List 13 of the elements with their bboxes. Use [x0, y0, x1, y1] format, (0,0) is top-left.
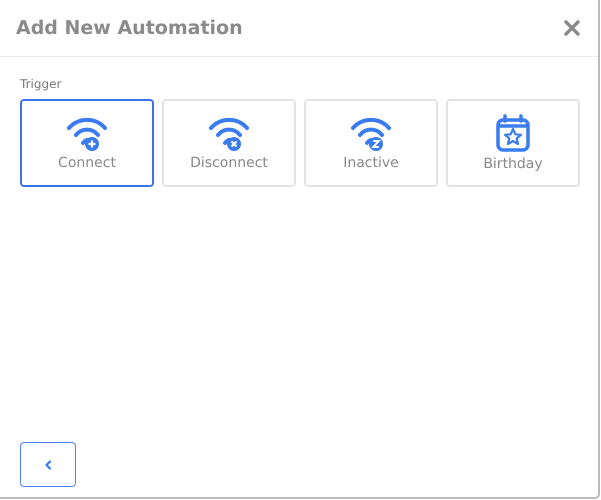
- dialog-title: Add New Automation: [16, 17, 243, 39]
- wifi-plus-icon: [66, 115, 108, 151]
- wifi-x-icon: [208, 115, 250, 151]
- wifi-sleep-icon: [350, 115, 392, 151]
- trigger-option[interactable]: Disconnect: [162, 99, 296, 187]
- trigger-option[interactable]: Birthday: [446, 99, 580, 187]
- trigger-option[interactable]: Inactive: [304, 99, 438, 187]
- trigger-label: Trigger: [20, 77, 62, 91]
- calendar-star-icon: [495, 114, 531, 152]
- close-icon[interactable]: [564, 20, 580, 36]
- trigger-option[interactable]: Connect: [20, 99, 154, 187]
- chevron-left-icon: [44, 460, 52, 470]
- back-button[interactable]: [20, 442, 76, 487]
